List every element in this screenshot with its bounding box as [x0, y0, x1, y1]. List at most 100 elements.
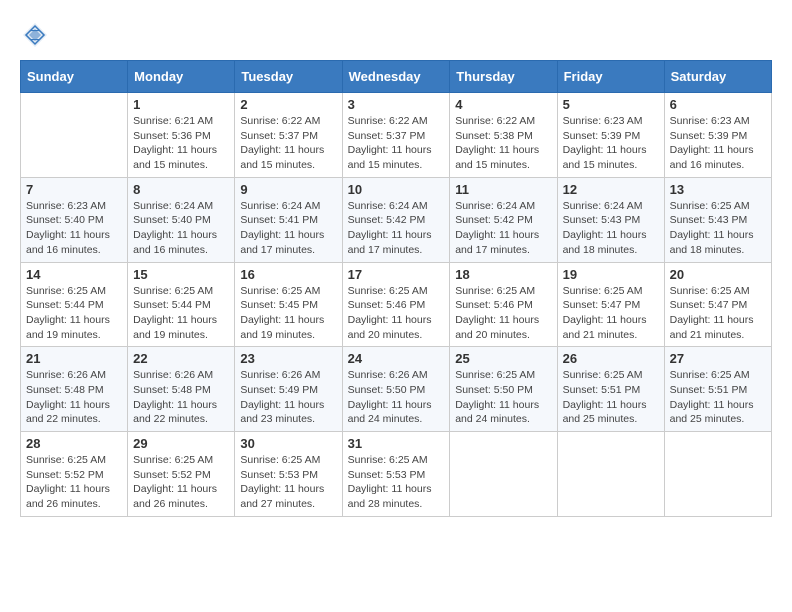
day-number: 20: [670, 267, 766, 282]
day-number: 1: [133, 97, 229, 112]
day-info: Sunrise: 6:24 AM Sunset: 5:40 PM Dayligh…: [133, 199, 229, 258]
day-info: Sunrise: 6:26 AM Sunset: 5:48 PM Dayligh…: [26, 368, 122, 427]
col-header-tuesday: Tuesday: [235, 61, 342, 93]
day-number: 14: [26, 267, 122, 282]
calendar-cell: 2 Sunrise: 6:22 AM Sunset: 5:37 PM Daylig…: [235, 93, 342, 178]
day-info: Sunrise: 6:24 AM Sunset: 5:41 PM Dayligh…: [240, 199, 336, 258]
day-number: 12: [563, 182, 659, 197]
col-header-saturday: Saturday: [664, 61, 771, 93]
day-number: 11: [455, 182, 551, 197]
day-number: 30: [240, 436, 336, 451]
calendar-cell: 20 Sunrise: 6:25 AM Sunset: 5:47 PM Dayli…: [664, 262, 771, 347]
day-number: 6: [670, 97, 766, 112]
day-info: Sunrise: 6:25 AM Sunset: 5:51 PM Dayligh…: [563, 368, 659, 427]
day-info: Sunrise: 6:26 AM Sunset: 5:49 PM Dayligh…: [240, 368, 336, 427]
day-number: 10: [348, 182, 445, 197]
col-header-wednesday: Wednesday: [342, 61, 450, 93]
day-info: Sunrise: 6:25 AM Sunset: 5:50 PM Dayligh…: [455, 368, 551, 427]
week-row-3: 14 Sunrise: 6:25 AM Sunset: 5:44 PM Dayli…: [21, 262, 772, 347]
day-number: 31: [348, 436, 445, 451]
calendar-cell: [21, 93, 128, 178]
calendar-cell: 19 Sunrise: 6:25 AM Sunset: 5:47 PM Dayli…: [557, 262, 664, 347]
calendar-cell: 25 Sunrise: 6:25 AM Sunset: 5:50 PM Dayli…: [450, 347, 557, 432]
day-info: Sunrise: 6:25 AM Sunset: 5:53 PM Dayligh…: [240, 453, 336, 512]
calendar-table: SundayMondayTuesdayWednesdayThursdayFrid…: [20, 60, 772, 517]
day-info: Sunrise: 6:25 AM Sunset: 5:45 PM Dayligh…: [240, 284, 336, 343]
day-info: Sunrise: 6:25 AM Sunset: 5:52 PM Dayligh…: [133, 453, 229, 512]
day-info: Sunrise: 6:25 AM Sunset: 5:46 PM Dayligh…: [455, 284, 551, 343]
week-row-4: 21 Sunrise: 6:26 AM Sunset: 5:48 PM Dayli…: [21, 347, 772, 432]
calendar-cell: 28Sunrise: 6:25 AM Sunset: 5:52 PM Dayli…: [21, 432, 128, 517]
calendar-cell: 27Sunrise: 6:25 AM Sunset: 5:51 PM Dayli…: [664, 347, 771, 432]
calendar-cell: 3Sunrise: 6:22 AM Sunset: 5:37 PM Daylig…: [342, 93, 450, 178]
calendar-cell: 9 Sunrise: 6:24 AM Sunset: 5:41 PM Daylig…: [235, 177, 342, 262]
day-number: 25: [455, 351, 551, 366]
day-info: Sunrise: 6:24 AM Sunset: 5:42 PM Dayligh…: [348, 199, 445, 258]
calendar-cell: 10 Sunrise: 6:24 AM Sunset: 5:42 PM Dayli…: [342, 177, 450, 262]
calendar-cell: 24Sunrise: 6:26 AM Sunset: 5:50 PM Dayli…: [342, 347, 450, 432]
calendar-cell: 23 Sunrise: 6:26 AM Sunset: 5:49 PM Dayli…: [235, 347, 342, 432]
week-row-5: 28Sunrise: 6:25 AM Sunset: 5:52 PM Dayli…: [21, 432, 772, 517]
logo: [20, 20, 54, 50]
calendar-cell: 18 Sunrise: 6:25 AM Sunset: 5:46 PM Dayli…: [450, 262, 557, 347]
day-info: Sunrise: 6:25 AM Sunset: 5:43 PM Dayligh…: [670, 199, 766, 258]
calendar-cell: 6 Sunrise: 6:23 AM Sunset: 5:39 PM Daylig…: [664, 93, 771, 178]
day-number: 21: [26, 351, 122, 366]
day-number: 7: [26, 182, 122, 197]
day-number: 19: [563, 267, 659, 282]
day-info: Sunrise: 6:21 AM Sunset: 5:36 PM Dayligh…: [133, 114, 229, 173]
calendar-cell: 11 Sunrise: 6:24 AM Sunset: 5:42 PM Dayli…: [450, 177, 557, 262]
calendar-cell: 17 Sunrise: 6:25 AM Sunset: 5:46 PM Dayli…: [342, 262, 450, 347]
calendar-cell: 13 Sunrise: 6:25 AM Sunset: 5:43 PM Dayli…: [664, 177, 771, 262]
day-number: 13: [670, 182, 766, 197]
calendar-cell: 14 Sunrise: 6:25 AM Sunset: 5:44 PM Dayli…: [21, 262, 128, 347]
col-header-friday: Friday: [557, 61, 664, 93]
calendar-cell: 5Sunrise: 6:23 AM Sunset: 5:39 PM Daylig…: [557, 93, 664, 178]
day-number: 29: [133, 436, 229, 451]
header: [20, 20, 772, 50]
calendar-cell: 29 Sunrise: 6:25 AM Sunset: 5:52 PM Dayli…: [128, 432, 235, 517]
day-info: Sunrise: 6:24 AM Sunset: 5:43 PM Dayligh…: [563, 199, 659, 258]
day-info: Sunrise: 6:25 AM Sunset: 5:47 PM Dayligh…: [670, 284, 766, 343]
calendar-cell: 26Sunrise: 6:25 AM Sunset: 5:51 PM Dayli…: [557, 347, 664, 432]
day-info: Sunrise: 6:23 AM Sunset: 5:40 PM Dayligh…: [26, 199, 122, 258]
calendar-cell: 30 Sunrise: 6:25 AM Sunset: 5:53 PM Dayli…: [235, 432, 342, 517]
calendar-cell: 15Sunrise: 6:25 AM Sunset: 5:44 PM Dayli…: [128, 262, 235, 347]
day-info: Sunrise: 6:22 AM Sunset: 5:38 PM Dayligh…: [455, 114, 551, 173]
week-row-2: 7 Sunrise: 6:23 AM Sunset: 5:40 PM Daylig…: [21, 177, 772, 262]
day-number: 3: [348, 97, 445, 112]
calendar-cell: 1 Sunrise: 6:21 AM Sunset: 5:36 PM Daylig…: [128, 93, 235, 178]
day-number: 18: [455, 267, 551, 282]
calendar-cell: 8Sunrise: 6:24 AM Sunset: 5:40 PM Daylig…: [128, 177, 235, 262]
week-row-1: 1 Sunrise: 6:21 AM Sunset: 5:36 PM Daylig…: [21, 93, 772, 178]
col-header-thursday: Thursday: [450, 61, 557, 93]
day-info: Sunrise: 6:23 AM Sunset: 5:39 PM Dayligh…: [670, 114, 766, 173]
day-number: 9: [240, 182, 336, 197]
day-info: Sunrise: 6:24 AM Sunset: 5:42 PM Dayligh…: [455, 199, 551, 258]
day-info: Sunrise: 6:25 AM Sunset: 5:53 PM Dayligh…: [348, 453, 445, 512]
day-info: Sunrise: 6:25 AM Sunset: 5:51 PM Dayligh…: [670, 368, 766, 427]
day-number: 2: [240, 97, 336, 112]
day-info: Sunrise: 6:25 AM Sunset: 5:47 PM Dayligh…: [563, 284, 659, 343]
header-row: SundayMondayTuesdayWednesdayThursdayFrid…: [21, 61, 772, 93]
day-number: 22: [133, 351, 229, 366]
day-number: 17: [348, 267, 445, 282]
day-info: Sunrise: 6:25 AM Sunset: 5:46 PM Dayligh…: [348, 284, 445, 343]
col-header-monday: Monday: [128, 61, 235, 93]
calendar-cell: 4 Sunrise: 6:22 AM Sunset: 5:38 PM Daylig…: [450, 93, 557, 178]
day-info: Sunrise: 6:22 AM Sunset: 5:37 PM Dayligh…: [240, 114, 336, 173]
day-info: Sunrise: 6:26 AM Sunset: 5:50 PM Dayligh…: [348, 368, 445, 427]
calendar-cell: [557, 432, 664, 517]
calendar-cell: 22Sunrise: 6:26 AM Sunset: 5:48 PM Dayli…: [128, 347, 235, 432]
day-number: 23: [240, 351, 336, 366]
day-number: 5: [563, 97, 659, 112]
day-info: Sunrise: 6:25 AM Sunset: 5:44 PM Dayligh…: [133, 284, 229, 343]
calendar-cell: 31 Sunrise: 6:25 AM Sunset: 5:53 PM Dayli…: [342, 432, 450, 517]
calendar-cell: 16Sunrise: 6:25 AM Sunset: 5:45 PM Dayli…: [235, 262, 342, 347]
calendar-cell: 21 Sunrise: 6:26 AM Sunset: 5:48 PM Dayli…: [21, 347, 128, 432]
day-number: 4: [455, 97, 551, 112]
calendar-cell: 7 Sunrise: 6:23 AM Sunset: 5:40 PM Daylig…: [21, 177, 128, 262]
day-info: Sunrise: 6:25 AM Sunset: 5:44 PM Dayligh…: [26, 284, 122, 343]
col-header-sunday: Sunday: [21, 61, 128, 93]
logo-icon: [20, 20, 50, 50]
